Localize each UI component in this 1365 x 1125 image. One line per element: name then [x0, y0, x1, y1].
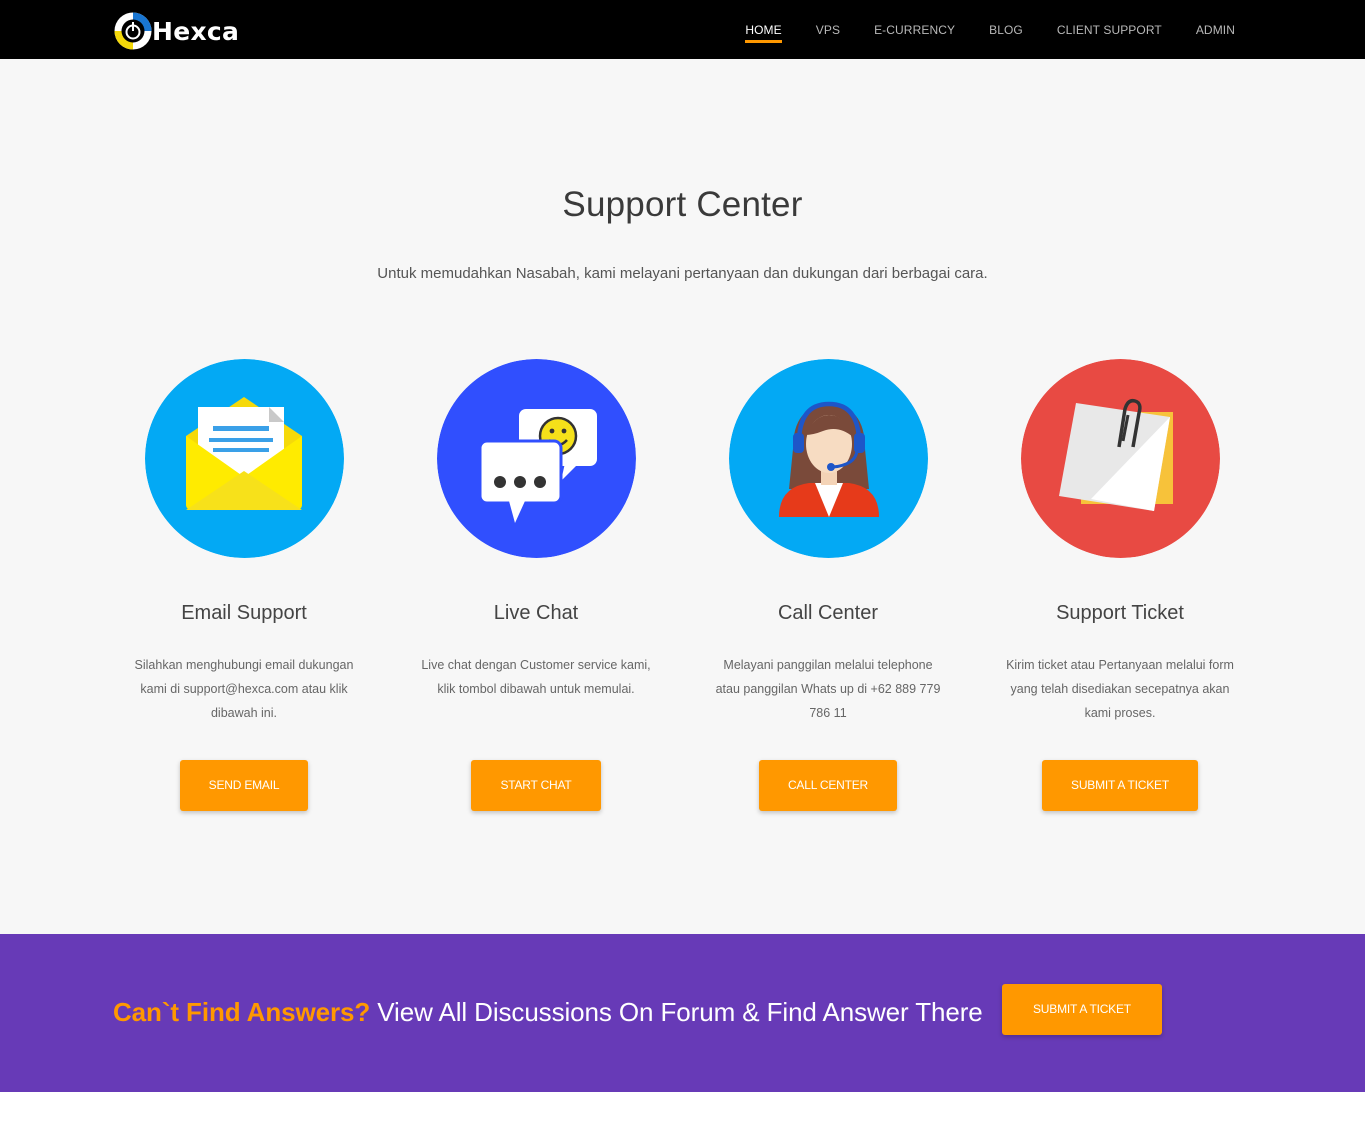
- top-navbar: Hexca HOME VPS E-CURRENCY BLOG CLIENT SU…: [0, 0, 1365, 59]
- nav-home[interactable]: HOME: [745, 0, 783, 59]
- card-call-center: Call Center Melayani panggilan melalui t…: [698, 359, 958, 811]
- call-center-button[interactable]: CALL CENTER: [758, 760, 898, 811]
- card-description: Live chat dengan Customer service kami, …: [421, 658, 651, 696]
- main-nav: HOME VPS E-CURRENCY BLOG CLIENT SUPPORT …: [711, 0, 1235, 59]
- headset-agent-icon: [728, 359, 928, 558]
- envelope-icon: [144, 359, 344, 558]
- card-description: Melayani panggilan melalui telephone ata…: [715, 658, 941, 720]
- support-ticket-icon-badge: [1020, 359, 1220, 558]
- card-title: Email Support: [181, 602, 307, 624]
- card-title: Support Ticket: [1056, 602, 1184, 624]
- forum-banner: Can`t Find Answers? View All Discussions…: [0, 934, 1365, 1092]
- banner-text: View All Discussions On Forum & Find Ans…: [370, 997, 983, 1027]
- page-title: Support Center: [562, 185, 803, 224]
- support-section: Support Center Untuk memudahkan Nasabah,…: [0, 59, 1365, 934]
- paperclip-note-icon: [1020, 359, 1220, 558]
- submit-ticket-button[interactable]: SUBMIT A TICKET: [1042, 760, 1198, 811]
- banner-submit-ticket-button[interactable]: SUBMIT A TICKET: [1002, 984, 1162, 1035]
- email-support-icon-badge: [144, 359, 344, 558]
- card-description: Silahkan menghubungi email dukungan kami…: [134, 658, 354, 720]
- card-live-chat: Live Chat Live chat dengan Customer serv…: [406, 359, 666, 811]
- start-chat-button[interactable]: START CHAT: [471, 760, 601, 811]
- nav-client-support[interactable]: CLIENT SUPPORT: [1057, 0, 1162, 59]
- chat-bubbles-icon: [436, 359, 636, 558]
- card-title: Live Chat: [493, 602, 579, 624]
- nav-admin[interactable]: ADMIN: [1196, 0, 1235, 59]
- card-title: Call Center: [777, 602, 879, 624]
- call-center-icon-badge: [728, 359, 928, 558]
- card-support-ticket: Support Ticket Kirim ticket atau Pertany…: [990, 359, 1250, 811]
- send-email-button[interactable]: SEND EMAIL: [179, 760, 309, 811]
- brand-logo[interactable]: Hexca: [113, 11, 239, 51]
- nav-blog[interactable]: BLOG: [989, 0, 1023, 59]
- banner-highlight: Can`t Find Answers?: [113, 997, 371, 1027]
- nav-vps[interactable]: VPS: [816, 0, 840, 59]
- page-subtitle: Untuk memudahkan Nasabah, kami melayani …: [377, 265, 988, 282]
- card-email-support: Email Support Silahkan menghubungi email…: [114, 359, 374, 811]
- power-logo-icon: [114, 12, 152, 50]
- brand-name: Hexca: [152, 16, 240, 46]
- banner-message: Can`t Find Answers? View All Discussions…: [113, 997, 983, 1028]
- card-description: Kirim ticket atau Pertanyaan melalui for…: [1006, 658, 1234, 720]
- live-chat-icon-badge: [436, 359, 636, 558]
- nav-e-currency[interactable]: E-CURRENCY: [874, 0, 955, 59]
